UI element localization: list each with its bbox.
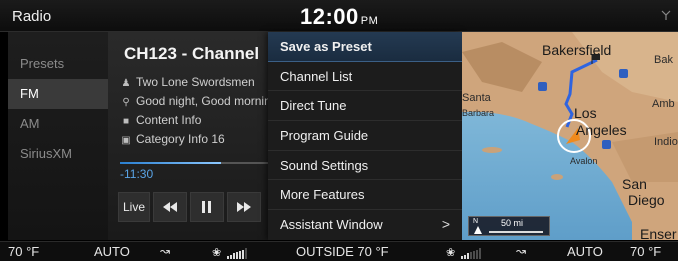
category-info: Category Info 16 xyxy=(136,132,225,146)
fan-level-bar xyxy=(226,256,229,259)
music-search-icon: ⚲ xyxy=(122,97,130,108)
menu-item-direct-tune[interactable]: Direct Tune xyxy=(268,91,462,122)
content-info: Content Info xyxy=(136,113,202,127)
map-label-bakersfield: Bakersfield xyxy=(542,42,612,58)
artist-row: ♟ Two Lone Swordsmen xyxy=(120,75,255,89)
left-airflow-icon[interactable]: ↝ xyxy=(160,244,170,258)
fast-forward-button[interactable] xyxy=(227,192,261,222)
category-row: ▣ Category Info 16 xyxy=(120,132,225,146)
artist-name: Two Lone Swordsmen xyxy=(136,75,255,89)
category-icon: ▣ xyxy=(121,135,131,146)
now-playing-panel: CH123 - Channel ♟ Two Lone Swordsmen ⚲ Goo… xyxy=(108,32,268,240)
menu-item-more-features[interactable]: More Features xyxy=(268,180,462,211)
right-fan-level-bars xyxy=(460,244,482,259)
right-temperature[interactable]: 70 °F xyxy=(630,244,661,259)
pause-button[interactable] xyxy=(190,192,224,222)
right-airflow-icon[interactable]: ↝ xyxy=(516,244,526,258)
right-fan-speed[interactable]: ❀ xyxy=(446,244,482,259)
fan-level-bar xyxy=(469,252,472,259)
map-terrain xyxy=(462,32,678,240)
fan-level-bar xyxy=(244,248,247,259)
map-scale: N 50 mi xyxy=(468,216,550,236)
menu-item-save-as-preset[interactable]: Save as Preset xyxy=(268,32,462,62)
song-row: ⚲ Good night, Good morning xyxy=(120,94,268,108)
menu-item-label: Program Guide xyxy=(280,128,369,144)
song-title: Good night, Good morning xyxy=(136,94,268,108)
fan-level-bar xyxy=(475,249,478,259)
fan-level-bar xyxy=(241,249,244,259)
content-row: ■ Content Info xyxy=(120,113,201,127)
scale-bar xyxy=(489,231,543,233)
right-auto-mode[interactable]: AUTO xyxy=(567,244,603,259)
fan-level-bar xyxy=(463,254,466,259)
clock-time: 12:00 xyxy=(300,4,359,29)
map-label-diego: Diego xyxy=(628,192,665,208)
menu-item-label: Assistant Window xyxy=(280,217,383,233)
fast-forward-icon xyxy=(237,202,251,212)
menu-item-label: Sound Settings xyxy=(280,157,369,173)
fan-level-bar xyxy=(460,256,463,259)
map-label-bak: Bak xyxy=(654,54,673,66)
live-button[interactable]: Live xyxy=(118,192,150,222)
clock-ampm: PM xyxy=(360,15,379,27)
status-bar: Radio 12:00 PM xyxy=(0,0,678,32)
menu-item-label: Direct Tune xyxy=(280,98,347,114)
fan-level-bar xyxy=(466,253,469,259)
menu-item-assistant-window[interactable]: Assistant Window > xyxy=(268,210,462,240)
menu-item-program-guide[interactable]: Program Guide xyxy=(268,121,462,151)
scale-label: 50 mi xyxy=(501,218,524,228)
menu-item-label: Save as Preset xyxy=(280,39,372,54)
clock: 12:00 PM xyxy=(300,4,378,30)
left-auto-mode[interactable]: AUTO xyxy=(94,244,130,259)
map-label-los: Los xyxy=(574,105,597,121)
outside-temperature: OUTSIDE 70 °F xyxy=(296,244,389,259)
left-fan-level-bars xyxy=(226,244,248,259)
pause-icon xyxy=(202,201,211,213)
source-sidebar: Presets FM AM SiriusXM xyxy=(8,32,108,240)
fan-level-bar xyxy=(472,250,475,259)
map-label-avalon: Avalon xyxy=(570,156,598,166)
fan-level-bar xyxy=(235,252,238,259)
elapsed-time: -11:30 xyxy=(120,167,154,181)
map-label-ensenada: Enser xyxy=(640,226,677,240)
playback-progress-fill xyxy=(120,162,221,164)
menu-item-label: Channel List xyxy=(280,68,353,84)
fan-icon: ❀ xyxy=(446,247,456,259)
climate-bar: 70 °F AUTO ↝ ❀ OUTSIDE 70 °F ❀ ↝ AUTO 70… xyxy=(0,241,678,261)
fan-level-bar xyxy=(229,254,232,259)
chevron-right-icon: > xyxy=(441,216,450,233)
options-menu: Save as Preset Channel List Direct Tune … xyxy=(268,32,462,240)
fan-level-bar xyxy=(238,250,241,259)
north-arrow-icon xyxy=(474,226,482,234)
channel-title: CH123 - Channel xyxy=(124,44,260,63)
sidebar-item-am[interactable]: AM xyxy=(8,109,108,139)
satellite-signal-icon xyxy=(661,10,671,20)
map-label-indio: Indio xyxy=(654,136,678,148)
map-label-angeles: Angeles xyxy=(576,122,627,138)
left-fan-speed[interactable]: ❀ xyxy=(212,244,248,259)
menu-item-channel-list[interactable]: Channel List xyxy=(268,62,462,92)
map-label-san: San xyxy=(622,176,647,192)
map-label-santa: Santa xyxy=(462,92,491,104)
sidebar-item-fm[interactable]: FM xyxy=(8,79,108,109)
playback-progress-bar[interactable] xyxy=(120,162,268,164)
rewind-button[interactable] xyxy=(153,192,187,222)
menu-item-sound-settings[interactable]: Sound Settings xyxy=(268,151,462,181)
fan-icon: ❀ xyxy=(212,247,222,259)
map-label-barbara: Barbara xyxy=(462,108,495,118)
sidebar-item-presets[interactable]: Presets xyxy=(8,49,108,79)
folder-icon: ■ xyxy=(122,116,130,127)
north-label: N xyxy=(473,218,479,225)
map-label-amb: Amb xyxy=(652,98,675,110)
fan-level-bar xyxy=(478,248,481,259)
app-title: Radio xyxy=(12,8,52,25)
navigation-map[interactable]: Bakersfield Bak Santa Barbara Los Angele… xyxy=(462,32,678,240)
sidebar-item-siriusxm[interactable]: SiriusXM xyxy=(8,139,108,169)
fan-level-bar xyxy=(232,253,235,259)
left-temperature[interactable]: 70 °F xyxy=(8,244,39,259)
rewind-icon xyxy=(163,202,177,212)
person-icon: ♟ xyxy=(121,78,131,89)
menu-item-label: More Features xyxy=(280,187,365,203)
